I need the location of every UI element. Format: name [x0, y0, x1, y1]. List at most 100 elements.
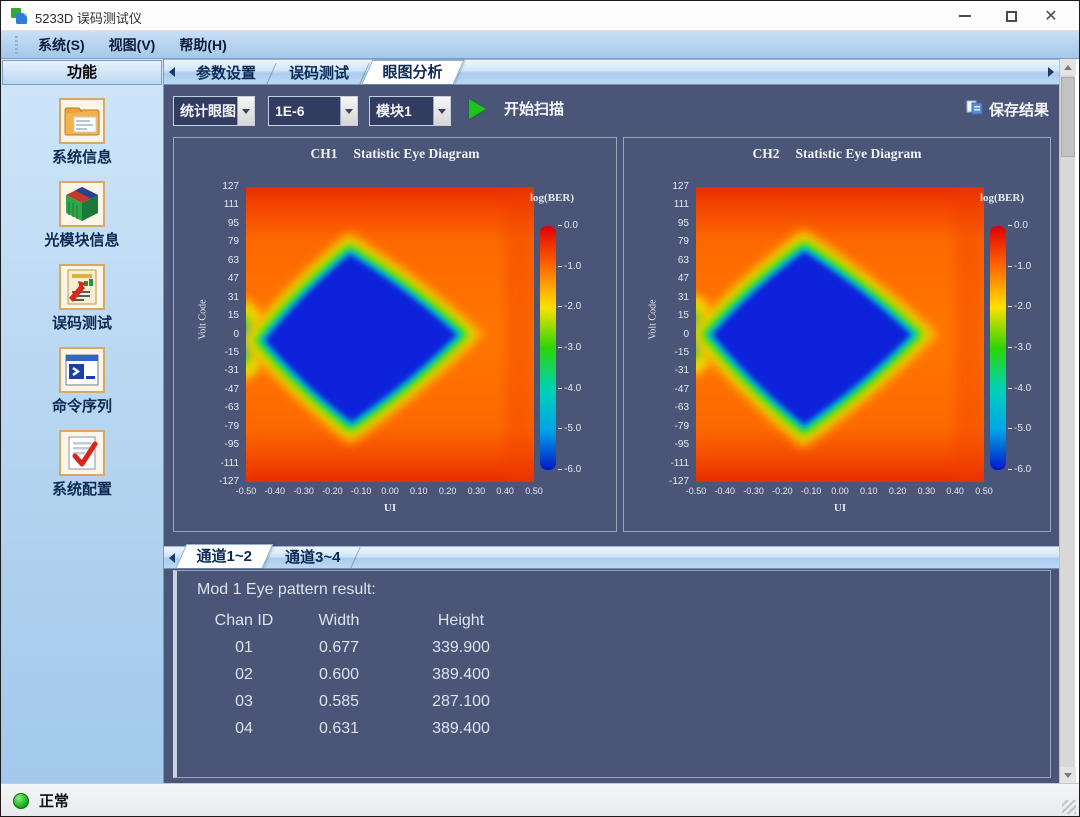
save-icon: [966, 100, 983, 120]
chevron-down-icon: [1064, 773, 1072, 778]
menu-item[interactable]: 帮助(H): [167, 32, 238, 58]
sidebar-item-system-info[interactable]: 系统信息: [1, 98, 163, 181]
sidebar-items: 系统信息 光模块信息 误码测试 命令序列 系统配置: [1, 86, 163, 513]
tick-label: -1.0: [558, 261, 581, 272]
resize-grip[interactable]: [1062, 800, 1076, 814]
tick-label: -0.40: [709, 486, 741, 496]
tick-label: -3.0: [558, 342, 581, 353]
app-icon: [10, 7, 28, 25]
vertical-scrollbar[interactable]: [1059, 59, 1075, 783]
eye-diagram-heatmap: [696, 187, 984, 482]
status-ok-icon: [13, 793, 29, 809]
minimize-button[interactable]: [943, 1, 987, 31]
table-cell: 389.400: [381, 715, 541, 742]
tick-label: 95: [655, 218, 689, 229]
tick-label: -31: [655, 365, 689, 376]
tick-label: -5.0: [558, 423, 581, 434]
x-axis-label: UI: [246, 502, 534, 514]
tick-label: -6.0: [558, 464, 581, 475]
results-panel: Mod 1 Eye pattern result: Chan IDWidthHe…: [173, 570, 1051, 778]
module-select[interactable]: 模块1: [369, 96, 451, 126]
tab[interactable]: 通道3~4: [266, 547, 362, 568]
status-bar: 正常: [1, 783, 1079, 817]
chevron-left-icon: [169, 553, 175, 563]
table-cell: 389.400: [381, 661, 541, 688]
sidebar-item-system-config[interactable]: 系统配置: [1, 430, 163, 513]
menu-grip: [15, 36, 18, 54]
tick-label: 111: [205, 199, 239, 210]
sidebar-item-command-sequence[interactable]: 命令序列: [1, 347, 163, 430]
tick-label: 111: [655, 199, 689, 210]
menu-bar: 系统(S)视图(V)帮助(H): [1, 31, 1079, 59]
tick-label: -0.50: [230, 486, 262, 496]
results-rows: 010.677339.900020.600389.400030.585287.1…: [191, 634, 1050, 742]
scroll-down-button[interactable]: [1060, 767, 1076, 783]
tick-label: 0.0: [558, 220, 578, 231]
table-row: 040.631389.400: [191, 715, 1050, 742]
tab[interactable]: 通道1~2: [176, 544, 274, 568]
tick-label: -79: [205, 421, 239, 432]
colorbar: [540, 226, 556, 470]
x-axis-ticks: -0.50-0.40-0.30-0.20-0.100.000.100.200.3…: [246, 486, 534, 498]
table-cell: 02: [191, 661, 297, 688]
eye-type-select[interactable]: 统计眼图: [173, 96, 255, 126]
results-header-row: Chan IDWidthHeight: [191, 607, 1050, 634]
tab[interactable]: 误码测试: [269, 63, 369, 84]
optical-module-icon: [59, 181, 105, 227]
dropdown-arrow-button[interactable]: [237, 97, 254, 125]
status-text: 正常: [39, 790, 69, 811]
tick-label: 15: [205, 310, 239, 321]
tick-label: -63: [205, 402, 239, 413]
table-cell: 0.585: [297, 688, 381, 715]
start-scan-button[interactable]: 开始扫描: [469, 98, 564, 119]
tick-label: -0.10: [795, 486, 827, 496]
tick-label: -15: [655, 347, 689, 358]
tick-label: -47: [205, 384, 239, 395]
tab-scroll-right-button[interactable]: [1043, 60, 1059, 84]
ber-threshold-select[interactable]: 1E-6: [268, 96, 358, 126]
tick-label: -31: [205, 365, 239, 376]
window-title: 5233D 误码测试仪: [35, 8, 142, 27]
tick-label: -4.0: [1008, 383, 1031, 394]
tick-label: 0.40: [489, 486, 521, 496]
chevron-up-icon: [1064, 65, 1072, 70]
tick-label: 0.20: [882, 486, 914, 496]
tick-label: -0.20: [766, 486, 798, 496]
save-results-button[interactable]: 保存结果: [966, 99, 1049, 120]
tick-label: -63: [655, 402, 689, 413]
tick-label: 0.00: [374, 486, 406, 496]
scrollbar-thumb[interactable]: [1061, 77, 1075, 157]
maximize-button[interactable]: [989, 1, 1033, 31]
tick-label: -0.10: [345, 486, 377, 496]
sidebar-header: 功能: [2, 60, 162, 85]
dropdown-arrow-button[interactable]: [433, 97, 450, 125]
sidebar-item-optical-module[interactable]: 光模块信息: [1, 181, 163, 264]
colorbar-label: log(BER): [530, 192, 600, 204]
table-cell: 03: [191, 688, 297, 715]
menu-item[interactable]: 系统(S): [26, 32, 97, 58]
tick-label: 79: [655, 236, 689, 247]
tick-label: -2.0: [1008, 301, 1031, 312]
tick-label: -15: [205, 347, 239, 358]
tab[interactable]: 参数设置: [176, 63, 276, 84]
eye-diagram-panel-ch2: CH2Statistic Eye Diagram Volt Code 12711…: [623, 137, 1051, 532]
tick-label: 0.10: [403, 486, 435, 496]
chevron-left-icon: [169, 67, 175, 77]
tick-label: -0.40: [259, 486, 291, 496]
table-cell: 0.600: [297, 661, 381, 688]
chevron-right-icon: [1048, 67, 1054, 77]
close-button[interactable]: ✕: [1029, 1, 1073, 31]
sidebar-item-ber-test[interactable]: 误码测试: [1, 264, 163, 347]
minimize-icon: [959, 15, 971, 17]
x-axis-ticks: -0.50-0.40-0.30-0.20-0.100.000.100.200.3…: [696, 486, 984, 498]
menu-item[interactable]: 视图(V): [97, 32, 168, 58]
scroll-up-button[interactable]: [1060, 59, 1076, 75]
table-cell: 01: [191, 634, 297, 661]
command-sequence-icon: [59, 347, 105, 393]
tab[interactable]: 眼图分析: [362, 60, 465, 84]
dropdown-arrow-button[interactable]: [340, 97, 357, 125]
eye-diagram-heatmap: [246, 187, 534, 482]
column-header: Width: [297, 607, 381, 634]
tick-label: -3.0: [1008, 342, 1031, 353]
tick-label: -111: [205, 458, 239, 469]
